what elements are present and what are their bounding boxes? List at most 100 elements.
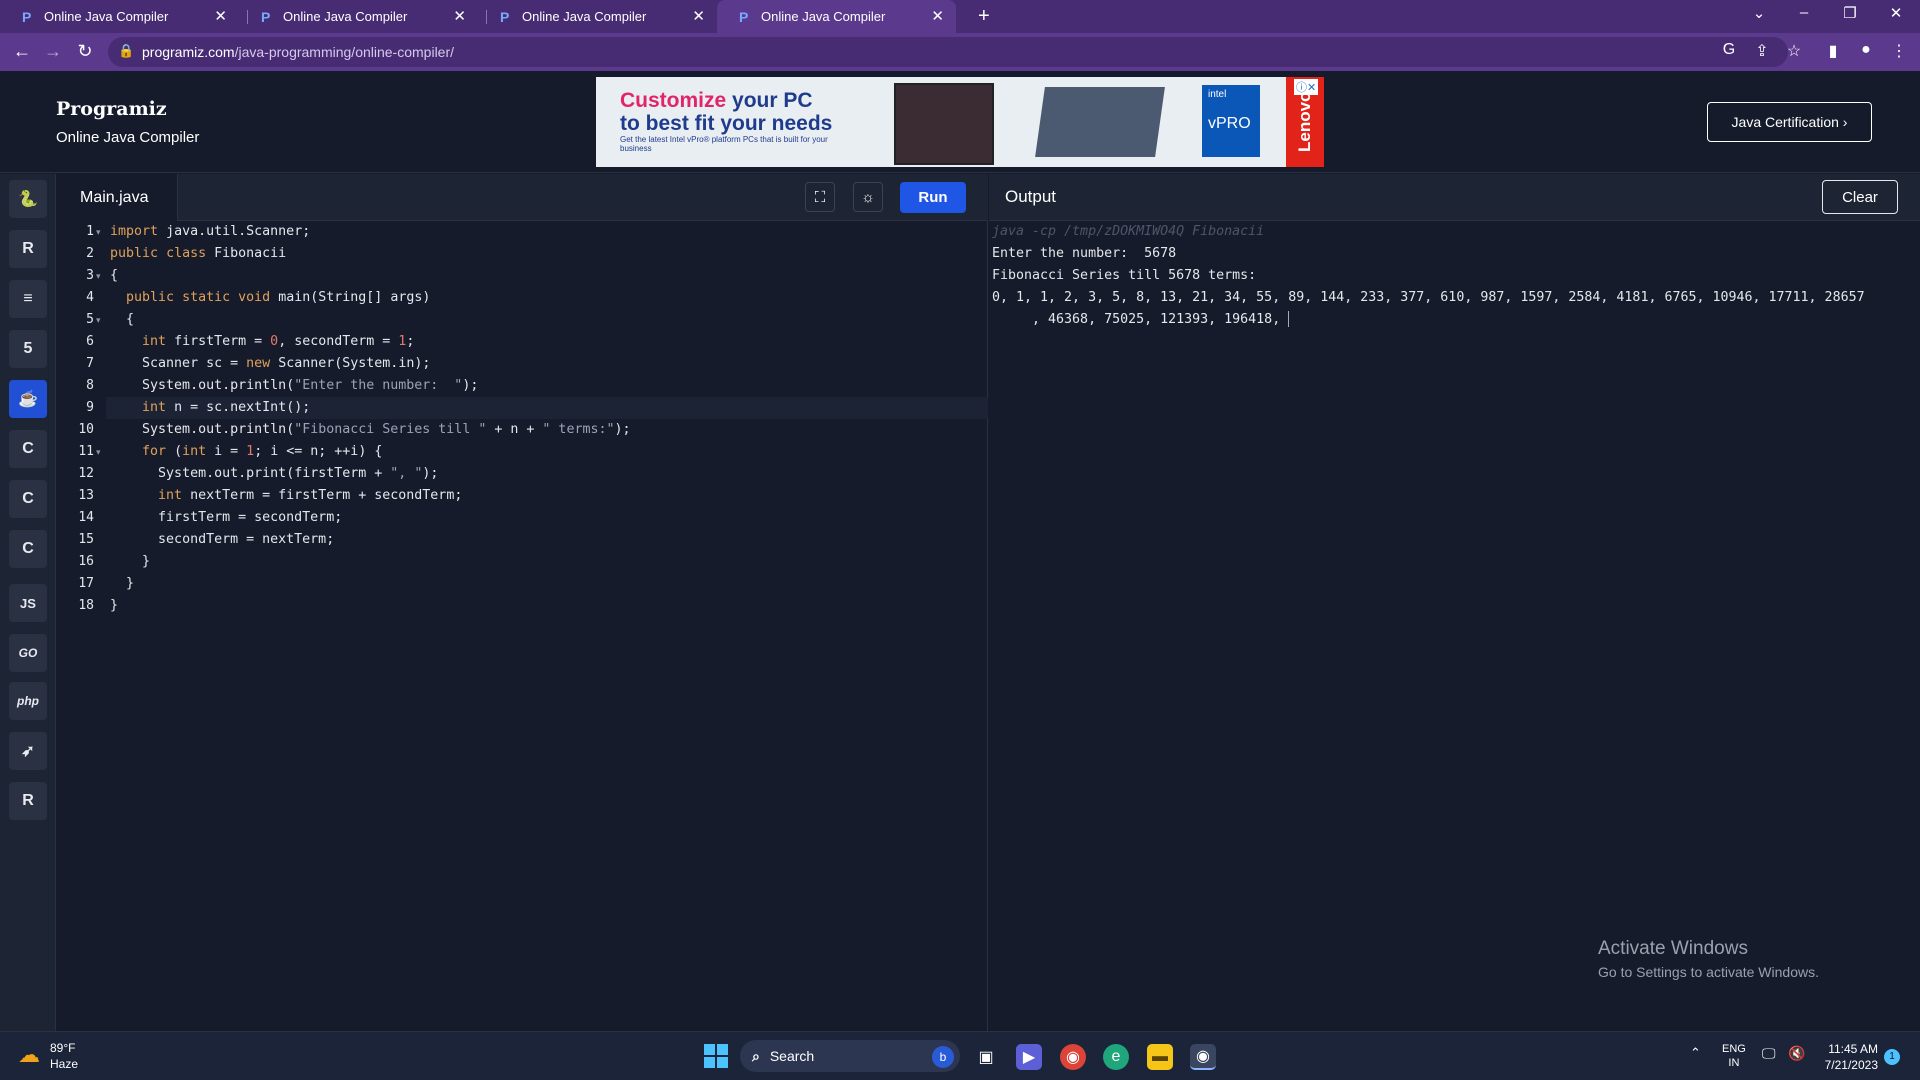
- ad-choices-close-icon[interactable]: ⓘ✕: [1294, 79, 1319, 95]
- java-icon[interactable]: ☕: [9, 380, 47, 418]
- c-language-icon[interactable]: C: [9, 430, 47, 468]
- output-line[interactable]: , 46368, 75025, 121393, 196418,: [992, 309, 1290, 331]
- volume-muted-icon[interactable]: 🔇: [1788, 1045, 1805, 1062]
- output-line: Enter the number: 5678: [992, 246, 1177, 261]
- code-line[interactable]: int nextTerm = firstTerm + secondTerm;: [110, 485, 462, 507]
- ad-headline: Customize your PC: [620, 89, 813, 112]
- code-line[interactable]: }: [110, 595, 118, 617]
- code-line[interactable]: System.out.println("Fibonacci Series til…: [110, 419, 630, 441]
- cpp-icon[interactable]: C: [9, 480, 47, 518]
- go-icon[interactable]: GO: [9, 634, 47, 672]
- url-text[interactable]: programiz.com/java-programming/online-co…: [142, 44, 454, 60]
- bookmark-star-icon[interactable]: ☆: [1783, 41, 1805, 61]
- clear-button[interactable]: Clear: [1822, 180, 1898, 214]
- weather-condition[interactable]: Haze: [50, 1057, 78, 1071]
- code-line[interactable]: public static void main(String[] args): [110, 287, 430, 309]
- tab-close-icon[interactable]: ✕: [214, 9, 227, 24]
- file-explorer-icon[interactable]: ▬: [1147, 1044, 1173, 1070]
- tab-close-icon[interactable]: ✕: [453, 9, 466, 24]
- line-number: 1: [86, 224, 94, 239]
- browser-tab[interactable]: P Online Java Compiler ✕: [239, 0, 478, 33]
- weather-temperature[interactable]: 89°F: [50, 1041, 75, 1055]
- code-line[interactable]: System.out.print(firstTerm + ", ");: [110, 463, 438, 485]
- fold-arrow-icon[interactable]: ▾: [96, 309, 101, 331]
- browser-menu-icon[interactable]: ⋮: [1888, 41, 1910, 61]
- code-line[interactable]: {: [110, 265, 118, 287]
- line-number: 14: [78, 510, 94, 525]
- window-close-icon[interactable]: ✕: [1886, 4, 1906, 22]
- code-line[interactable]: }: [110, 551, 150, 573]
- show-hidden-icons-chevron-icon[interactable]: ⌃: [1690, 1045, 1701, 1061]
- code-line[interactable]: int firstTerm = 0, secondTerm = 1;: [110, 331, 414, 353]
- line-number: 4: [86, 290, 94, 305]
- code-line[interactable]: for (int i = 1; i <= n; ++i) {: [110, 441, 382, 463]
- forward-arrow-icon[interactable]: →: [41, 40, 65, 62]
- code-line[interactable]: int n = sc.nextInt();: [110, 397, 310, 419]
- new-tab-plus-icon[interactable]: +: [978, 6, 990, 26]
- programiz-logo[interactable]: Programiz: [56, 98, 167, 120]
- java-certification-button[interactable]: Java Certification ›: [1707, 102, 1872, 142]
- windows-start-icon[interactable]: [704, 1044, 728, 1068]
- input-language-indicator[interactable]: ENG IN: [1722, 1042, 1746, 1070]
- profile-avatar-icon[interactable]: ●: [1855, 41, 1877, 59]
- bing-icon[interactable]: b: [932, 1046, 954, 1068]
- chrome-icon[interactable]: ◉: [1060, 1044, 1086, 1070]
- code-line[interactable]: secondTerm = nextTerm;: [110, 529, 334, 551]
- network-icon[interactable]: 🖵: [1762, 1045, 1776, 1062]
- tab-close-icon[interactable]: ✕: [692, 9, 705, 24]
- reload-icon[interactable]: ↻: [73, 40, 97, 62]
- ad-headline-line2: to best fit your needs: [620, 112, 833, 135]
- ad-laptop-image: [894, 83, 994, 165]
- fold-arrow-icon[interactable]: ▾: [96, 265, 101, 287]
- minimize-icon[interactable]: –: [1794, 4, 1814, 21]
- file-tab-main-java[interactable]: Main.java: [56, 174, 178, 221]
- browser-tab[interactable]: P Online Java Compiler ✕: [0, 0, 239, 33]
- theme-toggle-sun-icon[interactable]: ☼: [853, 182, 883, 212]
- html5-icon[interactable]: 5: [9, 330, 47, 368]
- tab-close-icon[interactable]: ✕: [931, 9, 944, 24]
- teams-chat-icon[interactable]: ▶: [1016, 1044, 1042, 1070]
- advertisement-banner[interactable]: Customize your PC to best fit your needs…: [596, 77, 1324, 167]
- line-number: 3: [86, 268, 94, 283]
- csharp-icon[interactable]: C: [9, 530, 47, 568]
- task-view-icon[interactable]: ▣: [973, 1044, 999, 1070]
- rust-icon[interactable]: R: [9, 782, 47, 820]
- python-icon[interactable]: 🐍: [9, 180, 47, 218]
- code-line[interactable]: firstTerm = secondTerm;: [110, 507, 342, 529]
- swift-icon[interactable]: ➶: [9, 732, 47, 770]
- google-icon[interactable]: G: [1718, 41, 1740, 59]
- notification-badge[interactable]: 1: [1884, 1049, 1900, 1065]
- browser-tab-active[interactable]: P Online Java Compiler ✕: [717, 0, 956, 33]
- tab-search-chevron-icon[interactable]: ⌄: [1749, 4, 1769, 22]
- lock-icon[interactable]: 🔒: [118, 43, 134, 59]
- sql-database-icon[interactable]: ≡: [9, 280, 47, 318]
- code-line[interactable]: Scanner sc = new Scanner(System.in);: [110, 353, 430, 375]
- code-line[interactable]: public class Fibonacii: [110, 243, 286, 265]
- browser-tab[interactable]: P Online Java Compiler ✕: [478, 0, 717, 33]
- run-button[interactable]: Run: [900, 182, 966, 213]
- code-line[interactable]: {: [110, 309, 134, 331]
- back-arrow-icon[interactable]: ←: [10, 40, 34, 62]
- edge-icon[interactable]: e: [1103, 1044, 1129, 1070]
- line-number: 12: [78, 466, 94, 481]
- chrome-active-icon[interactable]: ◉: [1190, 1044, 1216, 1070]
- fold-arrow-icon[interactable]: ▾: [96, 441, 101, 463]
- weather-haze-icon[interactable]: ☁: [18, 1042, 40, 1068]
- fullscreen-icon[interactable]: ⛶: [805, 182, 835, 212]
- system-clock[interactable]: 11:45 AM 7/21/2023: [1820, 1041, 1878, 1073]
- php-icon[interactable]: php: [9, 682, 47, 720]
- code-line[interactable]: System.out.println("Enter the number: ")…: [110, 375, 478, 397]
- line-number: 6: [86, 334, 94, 349]
- r-language-icon[interactable]: R: [9, 230, 47, 268]
- fold-arrow-icon[interactable]: ▾: [96, 221, 101, 243]
- side-panel-icon[interactable]: ▮: [1822, 41, 1844, 61]
- taskbar-search[interactable]: ⌕ Search: [740, 1040, 960, 1072]
- share-icon[interactable]: ⇪: [1751, 41, 1773, 61]
- restore-icon[interactable]: ❐: [1840, 4, 1860, 22]
- line-number: 9: [86, 400, 94, 415]
- javascript-icon[interactable]: JS: [9, 584, 47, 622]
- tab-title: Online Java Compiler: [761, 9, 886, 24]
- code-line[interactable]: }: [110, 573, 134, 595]
- code-line[interactable]: import java.util.Scanner;: [110, 221, 310, 243]
- line-number: 2: [86, 246, 94, 261]
